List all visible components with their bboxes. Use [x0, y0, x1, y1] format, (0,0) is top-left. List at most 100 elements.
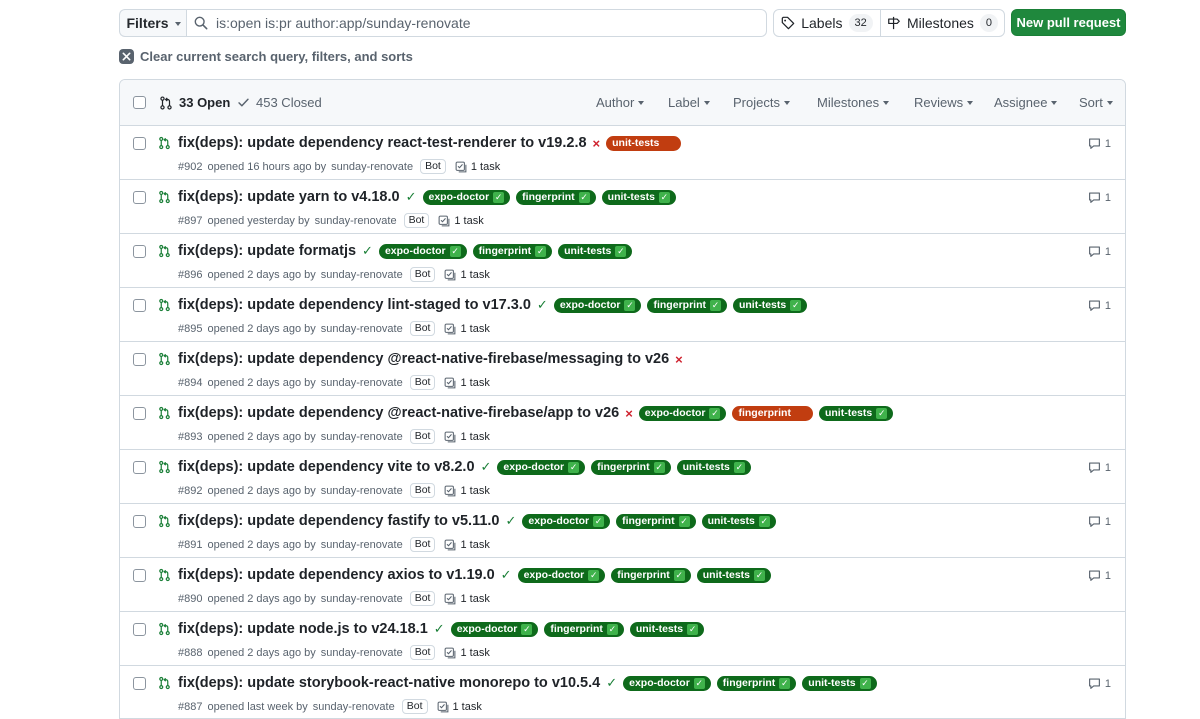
labels-button[interactable]: Labels 32	[773, 9, 881, 37]
task-progress[interactable]: 1 task	[444, 539, 490, 551]
table-row[interactable]: fix(deps): update formatjs ✓ expo-doctor…	[120, 234, 1125, 288]
check-label[interactable]: fingerprint ✓	[516, 189, 596, 205]
check-label[interactable]: fingerprint ✓	[544, 621, 624, 637]
check-label[interactable]: unit-tests ✓	[676, 459, 751, 475]
status-success-icon[interactable]: ✓	[606, 675, 617, 691]
select-all-checkbox[interactable]	[133, 96, 146, 109]
check-label[interactable]: unit-tests ✓	[629, 621, 705, 637]
projects-filter[interactable]: Projects	[733, 95, 790, 110]
pr-author-link[interactable]: sunday-renovate	[321, 431, 403, 443]
status-success-icon[interactable]: ✓	[406, 189, 417, 205]
pr-title-link[interactable]: fix(deps): update dependency axios to v1…	[178, 567, 495, 583]
check-label[interactable]: expo-doctor ✓	[517, 567, 606, 583]
author-filter[interactable]: Author	[596, 95, 645, 110]
sort-filter[interactable]: Sort	[1079, 95, 1113, 110]
status-success-icon[interactable]: ✓	[506, 513, 517, 529]
pr-author-link[interactable]: sunday-renovate	[313, 701, 395, 713]
task-progress[interactable]: 1 task	[444, 593, 490, 605]
pr-author-link[interactable]: sunday-renovate	[321, 377, 403, 389]
clear-filters-link[interactable]: Clear current search query, filters, and…	[119, 49, 413, 64]
status-success-icon[interactable]: ✓	[537, 297, 548, 313]
table-row[interactable]: fix(deps): update dependency lint-staged…	[120, 288, 1125, 342]
check-label[interactable]: expo-doctor ✓	[422, 189, 511, 205]
pr-author-link[interactable]: sunday-renovate	[331, 161, 413, 173]
check-label[interactable]: expo-doctor ✓	[450, 621, 539, 637]
table-row[interactable]: fix(deps): update dependency @react-nati…	[120, 396, 1125, 450]
status-failure-icon[interactable]: ×	[593, 136, 601, 151]
pr-title-link[interactable]: fix(deps): update dependency vite to v8.…	[178, 459, 475, 475]
status-failure-icon[interactable]: ×	[675, 352, 683, 367]
new-pull-request-button[interactable]: New pull request	[1011, 9, 1126, 36]
check-label[interactable]: unit-tests ✓	[701, 513, 776, 529]
search-input[interactable]	[216, 15, 736, 31]
check-label[interactable]: fingerprint ✓	[611, 567, 691, 583]
comments-count[interactable]: 1	[1088, 245, 1111, 258]
row-checkbox[interactable]	[133, 191, 146, 204]
pr-author-link[interactable]: sunday-renovate	[321, 539, 403, 551]
check-label[interactable]: unit-tests ✓	[802, 675, 877, 691]
check-label[interactable]: unit-tests ✓	[558, 243, 633, 259]
pr-author-link[interactable]: sunday-renovate	[321, 269, 403, 281]
status-success-icon[interactable]: ✓	[481, 459, 492, 475]
comments-count[interactable]: 1	[1088, 569, 1111, 582]
status-success-icon[interactable]: ✓	[362, 243, 373, 259]
check-label[interactable]: fingerprint ✓	[647, 297, 727, 313]
task-progress[interactable]: 1 task	[444, 323, 490, 335]
table-row[interactable]: fix(deps): update dependency fastify to …	[120, 504, 1125, 558]
pr-title-link[interactable]: fix(deps): update dependency fastify to …	[178, 513, 500, 529]
check-label[interactable]: fingerprint ✓	[616, 513, 696, 529]
row-checkbox[interactable]	[133, 461, 146, 474]
milestones-button[interactable]: Milestones 0	[880, 9, 1005, 37]
pr-author-link[interactable]: sunday-renovate	[321, 593, 403, 605]
pr-author-link[interactable]: sunday-renovate	[315, 215, 397, 227]
check-label[interactable]: fingerprint ✓	[472, 243, 553, 259]
status-success-icon[interactable]: ✓	[501, 567, 512, 583]
status-failure-icon[interactable]: ×	[625, 406, 633, 421]
comments-count[interactable]: 1	[1088, 515, 1111, 528]
reviews-filter[interactable]: Reviews	[914, 95, 974, 110]
row-checkbox[interactable]	[133, 137, 146, 150]
table-row[interactable]: fix(deps): update storybook-react-native…	[120, 666, 1125, 718]
check-label[interactable]: fingerprint ✓	[591, 459, 671, 475]
table-row[interactable]: fix(deps): update dependency axios to v1…	[120, 558, 1125, 612]
task-progress[interactable]: 1 task	[444, 485, 490, 497]
task-progress[interactable]: 1 task	[444, 377, 490, 389]
task-progress[interactable]: 1 task	[444, 647, 490, 659]
assignee-filter[interactable]: Assignee	[994, 95, 1058, 110]
filters-button[interactable]: Filters	[119, 9, 187, 37]
check-label[interactable]: fingerprint ✓	[716, 675, 797, 691]
row-checkbox[interactable]	[133, 407, 146, 420]
table-row[interactable]: fix(deps): update dependency react-test-…	[120, 126, 1125, 180]
open-state-tab[interactable]: 33 Open	[159, 95, 230, 110]
check-label[interactable]: expo-doctor ✓	[497, 459, 586, 475]
task-progress[interactable]: 1 task	[438, 215, 484, 227]
row-checkbox[interactable]	[133, 299, 146, 312]
row-checkbox[interactable]	[133, 515, 146, 528]
row-checkbox[interactable]	[133, 353, 146, 366]
search-box[interactable]	[186, 9, 767, 37]
check-label[interactable]: unit-tests ✓	[601, 189, 676, 205]
comments-count[interactable]: 1	[1088, 677, 1111, 690]
milestones-filter[interactable]: Milestones	[817, 95, 890, 110]
check-label[interactable]: expo-doctor ✓	[638, 405, 727, 421]
check-label[interactable]: unit-tests ✓	[818, 405, 894, 421]
row-checkbox[interactable]	[133, 677, 146, 690]
row-checkbox[interactable]	[133, 569, 146, 582]
table-row[interactable]: fix(deps): update node.js to v24.18.1 ✓ …	[120, 612, 1125, 666]
closed-state-tab[interactable]: 453 Closed	[237, 95, 322, 110]
comments-count[interactable]: 1	[1088, 461, 1111, 474]
row-checkbox[interactable]	[133, 245, 146, 258]
task-progress[interactable]: 1 task	[444, 269, 490, 281]
pr-title-link[interactable]: fix(deps): update dependency lint-staged…	[178, 297, 531, 313]
pr-title-link[interactable]: fix(deps): update formatjs	[178, 243, 356, 259]
pr-author-link[interactable]: sunday-renovate	[321, 485, 403, 497]
pr-title-link[interactable]: fix(deps): update dependency @react-nati…	[178, 351, 669, 367]
comments-count[interactable]: 1	[1088, 191, 1111, 204]
table-row[interactable]: fix(deps): update dependency vite to v8.…	[120, 450, 1125, 504]
pr-title-link[interactable]: fix(deps): update storybook-react-native…	[178, 675, 600, 691]
comments-count[interactable]: 1	[1088, 299, 1111, 312]
comments-count[interactable]: 1	[1088, 137, 1111, 150]
row-checkbox[interactable]	[133, 623, 146, 636]
task-progress[interactable]: 1 task	[444, 431, 490, 443]
pr-title-link[interactable]: fix(deps): update node.js to v24.18.1	[178, 621, 428, 637]
